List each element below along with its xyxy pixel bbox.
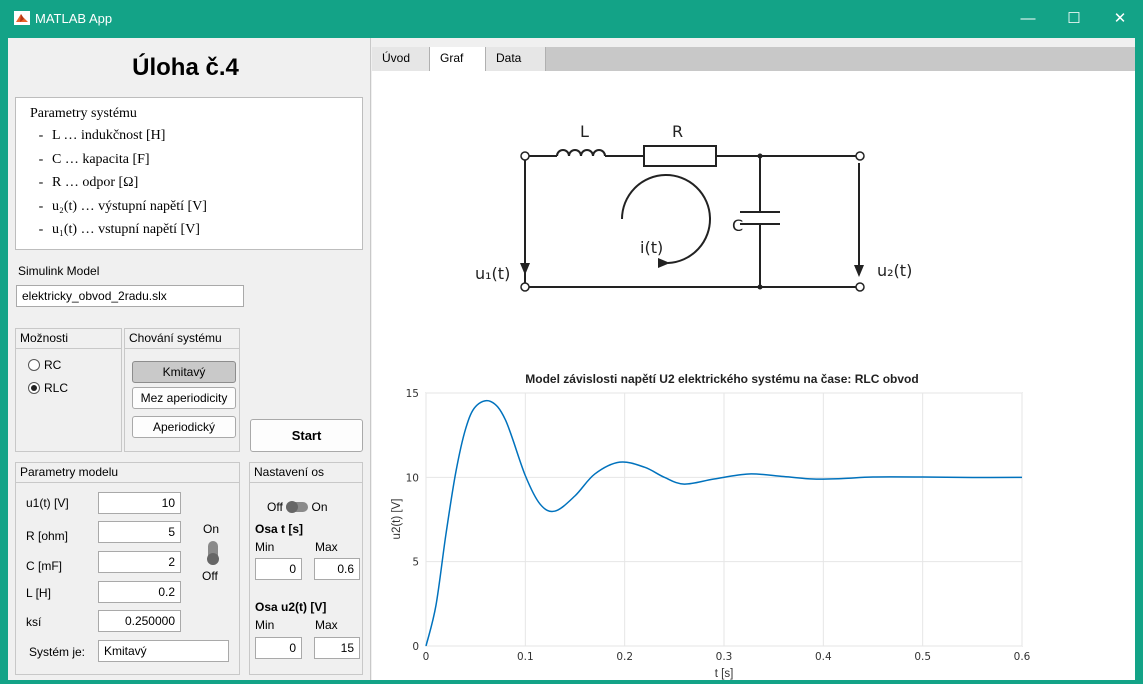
simulink-model-field[interactable]: elektricky_obvod_2radu.slx [16, 285, 244, 307]
behavior-panel: Chování systému Kmitavý Mez aperiodicity… [124, 328, 240, 452]
resistor-label: R [672, 122, 683, 141]
u-max-field[interactable]: 15 [314, 637, 360, 659]
radio-rlc-circle-icon [28, 382, 40, 394]
x-tick-label: 0.1 [517, 651, 534, 663]
axis-toggle-knob [286, 501, 299, 513]
model-parameters-title: Parametry modelu [16, 463, 239, 483]
u-min-label: Min [255, 618, 275, 632]
model-switch[interactable] [207, 541, 219, 565]
list-item: -C … kapacita [F] [38, 151, 150, 167]
output-voltage-label: u₂(t) [877, 261, 912, 280]
circuit-diagram: L R C i(t) u₁(t) u₂(t) [462, 101, 939, 320]
tab-graf[interactable]: Graf [430, 47, 486, 72]
list-item: -L … indukčnost [H] [38, 128, 166, 143]
r-label: R [ohm] [26, 529, 69, 543]
ksi-field[interactable]: 0.250000 [98, 610, 181, 632]
u-min-field[interactable]: 0 [255, 637, 302, 659]
list-item: - u₁(t) … vstupní napětí [V] [38, 222, 200, 237]
system-type-field: Kmitavý [98, 640, 229, 662]
radio-rc-circle-icon [28, 359, 40, 371]
x-tick-label: 0.4 [815, 651, 832, 663]
system-is-label: Systém je: [29, 645, 86, 659]
ksi-label: ksí [26, 615, 42, 629]
y-tick-label: 5 [412, 557, 419, 569]
axis-toggle-on-label: On [311, 500, 328, 514]
t-min-field[interactable]: 0 [255, 558, 302, 580]
simulink-model-label: Simulink Model [18, 264, 100, 278]
t-axis-title: Osa t [s] [255, 522, 304, 536]
left-panel: Úloha č.4 Parametry systému -L … indukčn… [8, 38, 371, 680]
aperiodicity-limit-button[interactable]: Mez aperiodicity [132, 387, 236, 409]
chart-title: Model závislosti napětí U2 elektrického … [525, 372, 918, 386]
x-tick-label: 0 [423, 651, 430, 663]
capacitor-label: C [732, 216, 743, 235]
u-max-label: Max [315, 618, 338, 632]
current-label: i(t) [640, 238, 663, 257]
matlab-logo-icon [14, 11, 30, 25]
axis-toggle[interactable]: Off On [267, 500, 328, 514]
tab-data[interactable]: Data [486, 47, 546, 71]
axis-toggle-off-label: Off [267, 500, 283, 514]
x-axis-label: t [s] [715, 668, 734, 680]
right-panel: Úvod Graf Data L R C i(t) u₁(t) u₂(t) 0 … [372, 38, 1135, 680]
u1-field[interactable]: 10 [98, 492, 181, 514]
maximize-button[interactable]: ☐ [1051, 0, 1097, 38]
response-chart: 0 0.1 0.2 0.3 0.4 0.5 0.6 0 5 10 15 Model závislos… [391, 372, 1031, 680]
y-tick-label: 0 [412, 641, 419, 653]
model-parameters-panel: Parametry modelu u1(t) [V] 10 R [ohm] 5 … [15, 462, 240, 675]
radio-rlc[interactable]: RLC [28, 381, 68, 395]
x-tick-label: 0.5 [914, 651, 931, 663]
app-window: Úloha č.4 Parametry systému -L … indukčn… [0, 38, 1143, 684]
tab-bar: Úvod Graf Data [372, 47, 1135, 72]
y-tick-label: 10 [406, 472, 419, 484]
options-panel: Možnosti RC RLC [15, 328, 122, 452]
window-title: MATLAB App [35, 11, 113, 26]
minimize-button[interactable]: — [1005, 0, 1051, 38]
start-button[interactable]: Start [250, 419, 363, 452]
radio-rc[interactable]: RC [28, 358, 61, 372]
y-tick-label: 15 [406, 388, 419, 400]
parameters-description: Parametry systému -L … indukčnost [H] -C… [15, 97, 363, 250]
x-tick-label: 0.3 [716, 651, 733, 663]
l-label: L [H] [26, 586, 51, 600]
inductor-label: L [580, 122, 589, 141]
switch-off-label: Off [202, 569, 218, 583]
graf-tab-content: L R C i(t) u₁(t) u₂(t) 0 0.1 0.2 0.3 0.4 0.5 0… [372, 71, 1135, 680]
c-label: C [mF] [26, 559, 62, 573]
axis-toggle-track [286, 501, 309, 513]
u1-label: u1(t) [V] [26, 496, 69, 510]
tab-uvod[interactable]: Úvod [372, 47, 430, 71]
r-field[interactable]: 5 [98, 521, 181, 543]
u-axis-title: Osa u2(t) [V] [255, 600, 327, 614]
behavior-panel-title: Chování systému [125, 329, 239, 349]
t-max-field[interactable]: 0.6 [314, 558, 360, 580]
c-field[interactable]: 2 [98, 551, 181, 573]
oscillating-button[interactable]: Kmitavý [132, 361, 236, 383]
x-tick-label: 0.2 [616, 651, 633, 663]
axis-settings-title: Nastavení os [250, 463, 362, 483]
parameters-description-title: Parametry systému [30, 106, 137, 121]
list-item: -R … odpor [Ω] [38, 175, 139, 190]
x-tick-label: 0.6 [1014, 651, 1031, 663]
page-title: Úloha č.4 [132, 54, 239, 81]
parameters-list: -L … indukčnost [H] -C … kapacita [F] -R… [30, 128, 207, 246]
close-button[interactable]: ✕ [1097, 0, 1143, 38]
title-bar: MATLAB App — ☐ ✕ [0, 0, 1143, 38]
t-min-label: Min [255, 540, 275, 554]
l-field[interactable]: 0.2 [98, 581, 181, 603]
options-panel-title: Možnosti [16, 329, 121, 349]
t-max-label: Max [315, 540, 338, 554]
input-voltage-label: u₁(t) [475, 264, 510, 283]
list-item: - u₂(t) … výstupní napětí [V] [38, 198, 207, 214]
switch-on-label: On [203, 522, 220, 536]
aperiodic-button[interactable]: Aperiodický [132, 416, 236, 438]
y-axis-label: u2(t) [V] [391, 499, 403, 540]
axis-settings-panel: Nastavení os Off On Osa t [s] Min Max 0 … [249, 462, 363, 675]
switch-knob [207, 553, 219, 565]
